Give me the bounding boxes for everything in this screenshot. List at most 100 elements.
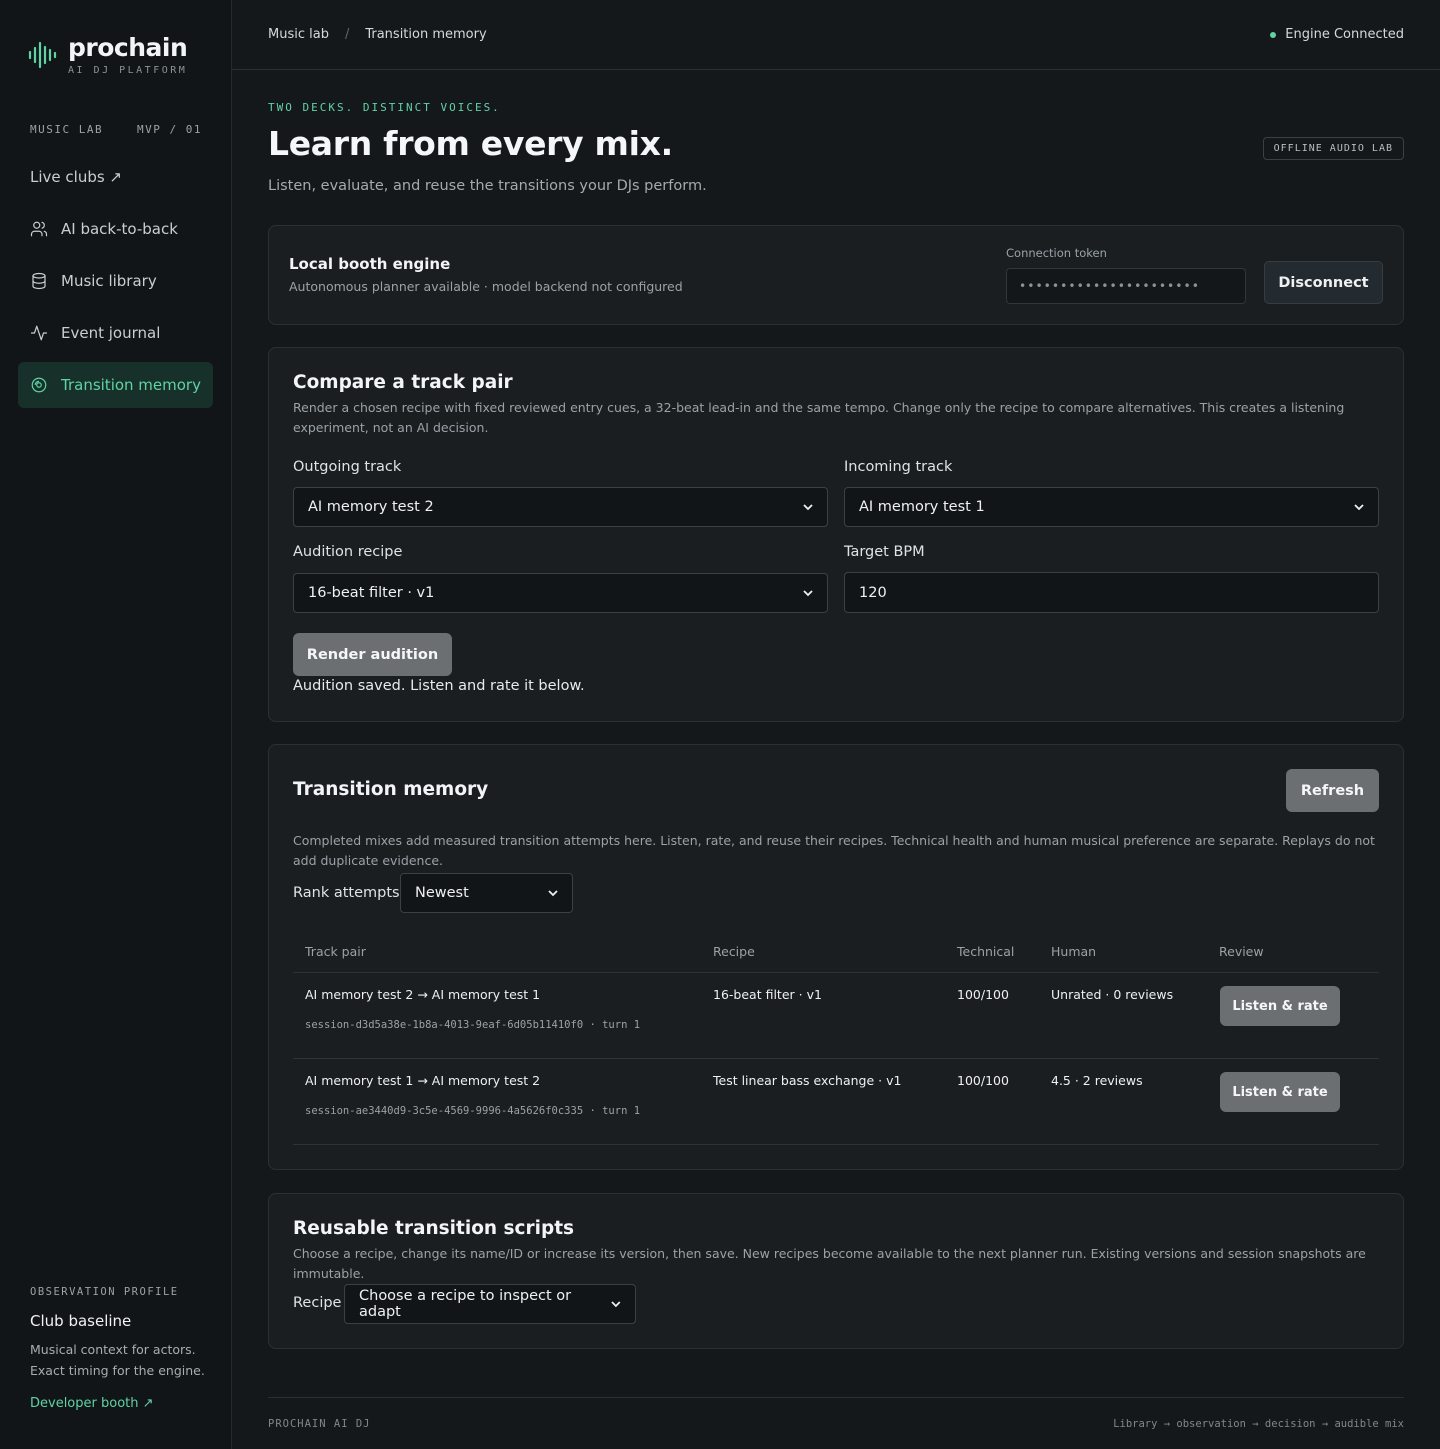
render-audition-button[interactable]: Render audition bbox=[293, 633, 452, 676]
human-rating: Unrated · 0 reviews bbox=[1051, 987, 1174, 1002]
column-technical: Technical bbox=[957, 944, 1015, 959]
recipe-name: Test linear bass exchange · v1 bbox=[713, 1073, 902, 1088]
technical-score: 100/100 bbox=[957, 1073, 1009, 1088]
technical-score: 100/100 bbox=[957, 987, 1009, 1002]
offline-lab-badge: OFFLINE AUDIO LAB bbox=[1262, 137, 1404, 160]
session-id: session-ae3440d9-3c5e-4569-9996-4a5626f0… bbox=[305, 1105, 641, 1117]
column-human: Human bbox=[1051, 944, 1097, 959]
sidebar-item-label: Transition memory bbox=[61, 376, 201, 394]
compare-description: Render a chosen recipe with fixed review… bbox=[293, 400, 1345, 435]
outgoing-track-value: AI memory test 2 bbox=[308, 499, 434, 515]
page-footer: PROCHAIN AI DJ Library → observation → d… bbox=[268, 1397, 1404, 1449]
observation-profile: OBSERVATION PROFILE Club baseline Musica… bbox=[30, 1286, 215, 1411]
session-id: session-d3d5a38e-1b8a-4013-9eaf-6d05b114… bbox=[305, 1019, 641, 1031]
compare-card: Compare a track pair Render a chosen rec… bbox=[268, 347, 1404, 722]
engine-card: Local booth engine Autonomous planner av… bbox=[268, 225, 1404, 325]
recipe-select-value: Choose a recipe to inspect or adapt bbox=[359, 1288, 572, 1320]
transition-table: Track pair Recipe Technical Human Review… bbox=[293, 931, 1379, 1145]
connection-token-input[interactable] bbox=[1006, 268, 1246, 304]
rank-attempts-select[interactable]: Newest bbox=[400, 873, 573, 913]
transition-memory-description: Completed mixes add measured transition … bbox=[293, 833, 1375, 868]
sidebar-item-ai-back-to-back[interactable]: AI back-to-back bbox=[18, 206, 213, 252]
chevron-down-icon bbox=[803, 504, 813, 511]
track-pair: AI memory test 2 → AI memory test 1 bbox=[305, 987, 541, 1002]
disc-icon bbox=[31, 377, 47, 393]
brand-name: prochain bbox=[68, 33, 188, 62]
target-bpm-label: Target BPM bbox=[844, 544, 925, 560]
sidebar-item-live-clubs[interactable]: Live clubs ↗ bbox=[18, 154, 213, 200]
page-subtitle: Listen, evaluate, and reuse the transiti… bbox=[268, 178, 707, 194]
reusable-scripts-description: Choose a recipe, change its name/ID or i… bbox=[293, 1246, 1366, 1281]
chevron-down-icon bbox=[803, 590, 813, 597]
refresh-button[interactable]: Refresh bbox=[1286, 769, 1379, 812]
audition-saved-message: Audition saved. Listen and rate it below… bbox=[293, 678, 585, 694]
users-icon bbox=[30, 221, 48, 237]
column-review: Review bbox=[1219, 944, 1264, 959]
outgoing-track-select[interactable]: AI memory test 2 bbox=[293, 487, 828, 527]
compare-title: Compare a track pair bbox=[293, 372, 513, 393]
developer-booth-link[interactable]: Developer booth ↗ bbox=[30, 1396, 215, 1411]
breadcrumb-music-lab[interactable]: Music lab bbox=[268, 27, 329, 42]
sidebar-version: MVP / 01 bbox=[137, 123, 202, 136]
listen-rate-button[interactable]: Listen & rate bbox=[1220, 986, 1340, 1026]
rank-attempts-label: Rank attempts bbox=[293, 885, 400, 901]
observation-title: Club baseline bbox=[30, 1312, 132, 1330]
transition-memory-card: Transition memory Refresh Completed mixe… bbox=[268, 744, 1404, 1170]
table-row: AI memory test 1 → AI memory test 2 sess… bbox=[293, 1059, 1379, 1145]
sidebar-section-label: MUSIC LAB bbox=[30, 123, 104, 136]
chevron-down-icon bbox=[611, 1301, 621, 1308]
recipe-select[interactable]: Choose a recipe to inspect or adapt bbox=[344, 1284, 636, 1324]
sidebar-item-label: Live clubs ↗ bbox=[30, 168, 122, 186]
waveform-icon bbox=[28, 41, 57, 69]
topbar: Music lab / Transition memory Engine Con… bbox=[232, 0, 1440, 70]
engine-status: Engine Connected bbox=[1270, 27, 1404, 42]
hero-eyebrow: TWO DECKS. DISTINCT VOICES. bbox=[268, 101, 501, 114]
incoming-track-value: AI memory test 1 bbox=[859, 499, 985, 515]
chevron-down-icon bbox=[548, 890, 558, 897]
observation-label: OBSERVATION PROFILE bbox=[30, 1286, 179, 1298]
token-label: Connection token bbox=[1006, 246, 1107, 260]
table-row: AI memory test 2 → AI memory test 1 sess… bbox=[293, 973, 1379, 1059]
engine-status-label: Engine Connected bbox=[1285, 27, 1404, 42]
database-icon bbox=[32, 272, 46, 290]
target-bpm-value: 120 bbox=[859, 584, 887, 601]
page-title: Learn from every mix. bbox=[268, 124, 673, 163]
brand-tagline: AI DJ PLATFORM bbox=[68, 65, 188, 76]
sidebar-nav: Live clubs ↗ AI back-to-back Music libra… bbox=[18, 154, 213, 414]
target-bpm-input[interactable]: 120 bbox=[844, 572, 1379, 613]
column-track-pair: Track pair bbox=[305, 944, 366, 959]
status-dot-icon bbox=[1270, 31, 1277, 38]
recipe-name: 16-beat filter · v1 bbox=[713, 987, 822, 1002]
breadcrumb: Music lab / Transition memory bbox=[268, 27, 487, 42]
disconnect-button[interactable]: Disconnect bbox=[1264, 261, 1383, 304]
reusable-scripts-card: Reusable transition scripts Choose a rec… bbox=[268, 1193, 1404, 1349]
sidebar-item-label: Event journal bbox=[61, 324, 161, 342]
audition-recipe-label: Audition recipe bbox=[293, 544, 403, 560]
activity-icon bbox=[30, 325, 48, 341]
sidebar-item-music-library[interactable]: Music library bbox=[18, 258, 213, 304]
breadcrumb-current: Transition memory bbox=[365, 27, 487, 42]
engine-description: Autonomous planner available · model bac… bbox=[289, 279, 683, 294]
rank-attempts-value: Newest bbox=[415, 885, 469, 901]
recipe-label: Recipe bbox=[293, 1295, 342, 1311]
footer-pipeline: Library → observation → decision → audib… bbox=[1113, 1418, 1404, 1430]
incoming-track-select[interactable]: AI memory test 1 bbox=[844, 487, 1379, 527]
engine-title: Local booth engine bbox=[289, 255, 451, 273]
listen-rate-button[interactable]: Listen & rate bbox=[1220, 1072, 1340, 1112]
brand-logo[interactable]: prochain AI DJ PLATFORM bbox=[28, 33, 188, 76]
column-recipe: Recipe bbox=[713, 944, 755, 959]
sidebar-item-label: Music library bbox=[61, 272, 157, 290]
chevron-down-icon bbox=[1354, 504, 1364, 511]
sidebar: prochain AI DJ PLATFORM MUSIC LAB MVP / … bbox=[0, 0, 232, 1449]
audition-recipe-select[interactable]: 16-beat filter · v1 bbox=[293, 573, 828, 613]
table-header: Track pair Recipe Technical Human Review bbox=[293, 931, 1379, 973]
observation-desc-line-2: Exact timing for the engine. bbox=[30, 1363, 205, 1378]
reusable-scripts-title: Reusable transition scripts bbox=[293, 1218, 575, 1239]
audition-recipe-value: 16-beat filter · v1 bbox=[308, 585, 435, 601]
incoming-track-label: Incoming track bbox=[844, 459, 953, 475]
transition-memory-title: Transition memory bbox=[293, 779, 489, 800]
sidebar-item-transition-memory[interactable]: Transition memory bbox=[18, 362, 213, 408]
sidebar-item-event-journal[interactable]: Event journal bbox=[18, 310, 213, 356]
human-rating: 4.5 · 2 reviews bbox=[1051, 1073, 1143, 1088]
observation-desc-line-1: Musical context for actors. bbox=[30, 1342, 196, 1357]
